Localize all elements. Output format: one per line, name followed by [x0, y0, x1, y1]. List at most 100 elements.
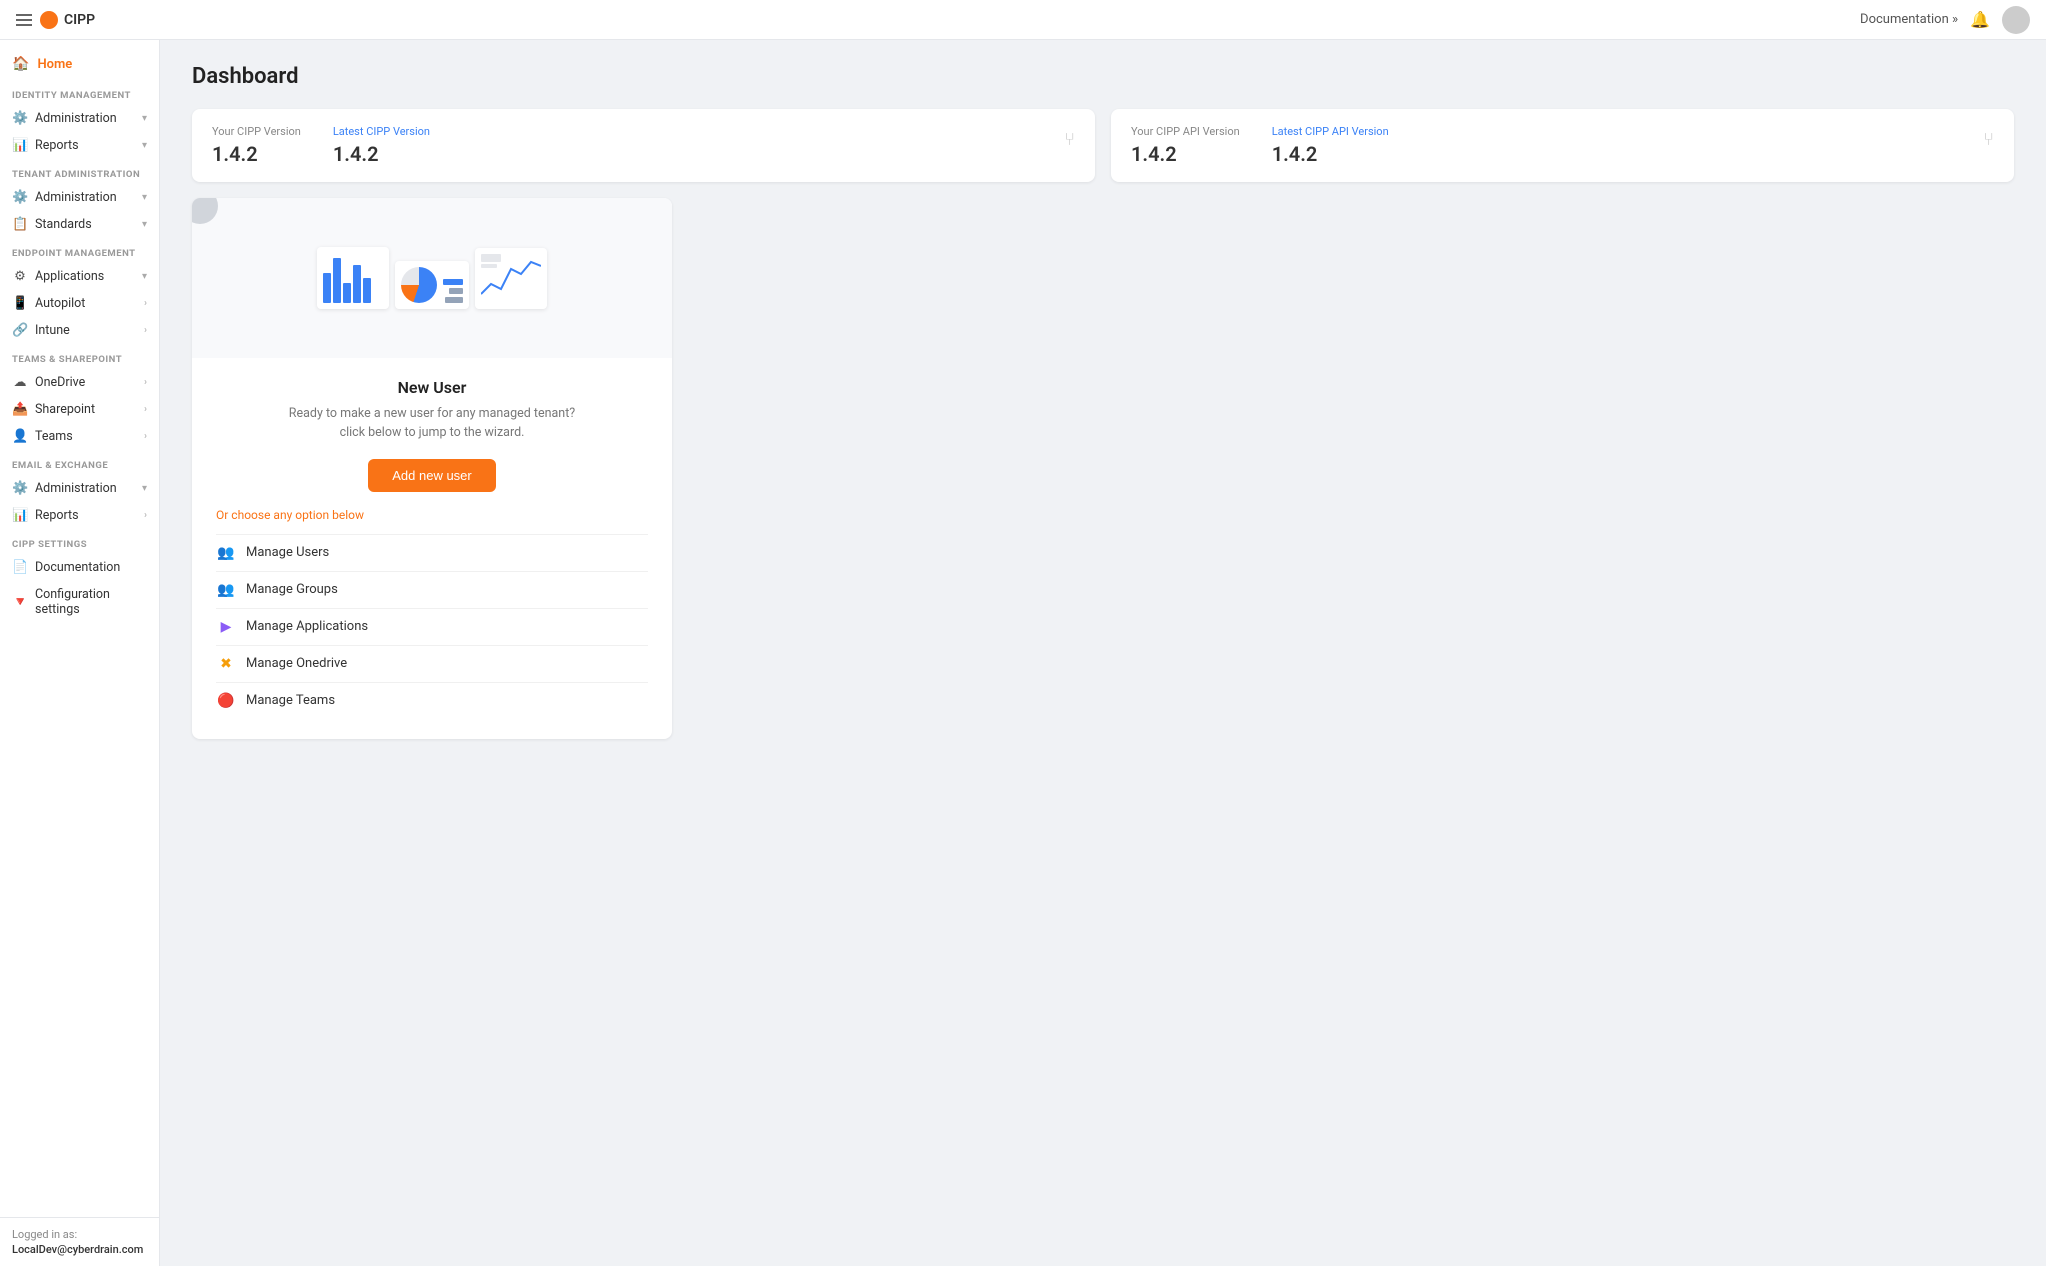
new-user-card: New User Ready to make a new user for an… [192, 198, 672, 739]
brand-logo [40, 11, 58, 29]
manage-applications-item[interactable]: ▶ Manage Applications [216, 609, 648, 646]
chevron-right-icon: › [144, 298, 147, 309]
person-circle-illustration [192, 198, 218, 224]
documentation-icon: 📄 [12, 560, 28, 575]
layout: 🏠 Home IDENTITY MANAGEMENT ⚙️ Administra… [0, 40, 2046, 1266]
top-nav: CIPP Documentation » 🔔 [0, 0, 2046, 40]
sidebar-item-applications[interactable]: ⚙ Applications ▾ [0, 263, 159, 290]
manage-groups-item[interactable]: 👥 Manage Groups [216, 572, 648, 609]
section-label-cipp: CIPP SETTINGS [0, 529, 159, 554]
card-title: New User [216, 378, 648, 397]
sidebar: 🏠 Home IDENTITY MANAGEMENT ⚙️ Administra… [0, 40, 160, 1266]
section-endpoint-management: ENDPOINT MANAGEMENT ⚙ Applications ▾ 📱 A… [0, 238, 159, 344]
sidebar-item-sharepoint[interactable]: 📤 Sharepoint › [0, 396, 159, 423]
manage-applications-label: Manage Applications [246, 619, 368, 634]
section-cipp-settings: CIPP SETTINGS 📄 Documentation 🔻 Configur… [0, 529, 159, 623]
sidebar-footer: Logged in as: LocalDev@cyberdrain.com [0, 1217, 159, 1266]
sidebar-label: Documentation [35, 560, 120, 575]
git-api-icon: ⑂ [1983, 129, 1994, 150]
home-icon: 🏠 [12, 56, 29, 72]
sidebar-item-home[interactable]: 🏠 Home [0, 48, 159, 80]
sidebar-label: Applications [35, 269, 104, 284]
sidebar-item-intune[interactable]: 🔗 Intune › [0, 317, 159, 344]
onedrive-icon: ☁ [12, 375, 28, 390]
chevron-right-icon: › [144, 431, 147, 442]
chevron-down-icon: ▾ [142, 113, 147, 124]
chevron-down-icon: ▾ [142, 192, 147, 203]
sidebar-item-autopilot[interactable]: 📱 Autopilot › [0, 290, 159, 317]
cipp-version-card: Your CIPP Version 1.4.2 Latest CIPP Vers… [192, 109, 1095, 182]
sidebar-item-identity-reports[interactable]: 📊 Reports ▾ [0, 132, 159, 159]
reports-icon: 📊 [12, 138, 28, 153]
sidebar-label: Autopilot [35, 296, 85, 311]
line-chart-mini [475, 248, 547, 309]
main-content: Dashboard Your CIPP Version 1.4.2 Latest… [160, 40, 2046, 1266]
sidebar-item-email-administration[interactable]: ⚙️ Administration ▾ [0, 475, 159, 502]
sidebar-item-tenant-standards[interactable]: 📋 Standards ▾ [0, 211, 159, 238]
sidebar-item-teams[interactable]: 👤 Teams › [0, 423, 159, 450]
admin-icon: ⚙️ [12, 481, 28, 496]
pie-chart-mini [395, 261, 469, 309]
section-label-identity: IDENTITY MANAGEMENT [0, 80, 159, 105]
manage-teams-item[interactable]: 🔴 Manage Teams [216, 683, 648, 719]
section-tenant-administration: TENANT ADMINISTRATION ⚙️ Administration … [0, 159, 159, 238]
top-nav-left: CIPP [16, 11, 95, 29]
sidebar-item-onedrive[interactable]: ☁ OneDrive › [0, 369, 159, 396]
logged-in-label: Logged in as: [12, 1228, 147, 1241]
documentation-link[interactable]: Documentation » [1860, 12, 1958, 27]
notification-bell-icon[interactable]: 🔔 [1970, 10, 1990, 29]
latest-cipp-version-label: Latest CIPP Version [333, 125, 430, 138]
sidebar-item-email-reports[interactable]: 📊 Reports › [0, 502, 159, 529]
configuration-icon: 🔻 [12, 595, 28, 610]
sidebar-item-identity-administration[interactable]: ⚙️ Administration ▾ [0, 105, 159, 132]
chevron-right-icon: › [144, 325, 147, 336]
manage-teams-icon: 🔴 [216, 693, 236, 709]
manage-applications-icon: ▶ [216, 619, 236, 635]
sharepoint-icon: 📤 [12, 402, 28, 417]
manage-onedrive-item[interactable]: ✖ Manage Onedrive [216, 646, 648, 683]
reports-icon: 📊 [12, 508, 28, 523]
sidebar-content: 🏠 Home IDENTITY MANAGEMENT ⚙️ Administra… [0, 40, 159, 1217]
or-choose-label: Or choose any option below [216, 508, 648, 522]
chart-illustration [317, 247, 547, 309]
manage-onedrive-icon: ✖ [216, 656, 236, 672]
latest-cipp-version-value: 1.4.2 [333, 142, 430, 166]
applications-icon: ⚙ [12, 269, 28, 284]
sidebar-label: Administration [35, 111, 117, 126]
manage-users-item[interactable]: 👥 Manage Users [216, 535, 648, 572]
sidebar-item-configuration[interactable]: 🔻 Configuration settings [0, 581, 159, 623]
section-email-exchange: EMAIL & EXCHANGE ⚙️ Administration ▾ 📊 R… [0, 450, 159, 529]
top-nav-right: Documentation » 🔔 [1860, 6, 2030, 34]
admin-icon: ⚙️ [12, 190, 28, 205]
your-api-version-label: Your CIPP API Version [1131, 125, 1240, 138]
cipp-api-version-card: Your CIPP API Version 1.4.2 Latest CIPP … [1111, 109, 2014, 182]
hamburger-icon[interactable] [16, 14, 32, 26]
sidebar-home-label: Home [37, 57, 72, 72]
standards-icon: 📋 [12, 217, 28, 232]
add-new-user-button[interactable]: Add new user [368, 459, 496, 492]
sidebar-label: OneDrive [35, 375, 85, 390]
bar-chart-mini [317, 247, 389, 309]
chevron-right-icon: › [144, 404, 147, 415]
card-subtitle: Ready to make a new user for any managed… [216, 405, 648, 443]
version-cards-row: Your CIPP Version 1.4.2 Latest CIPP Vers… [192, 109, 2014, 182]
card-illustration [192, 198, 672, 358]
admin-icon: ⚙️ [12, 111, 28, 126]
page-title: Dashboard [192, 64, 2014, 89]
section-label-teams: TEAMS & SHAREPOINT [0, 344, 159, 369]
manage-users-label: Manage Users [246, 545, 329, 560]
section-label-email: EMAIL & EXCHANGE [0, 450, 159, 475]
sidebar-label: Teams [35, 429, 73, 444]
section-teams-sharepoint: TEAMS & SHAREPOINT ☁ OneDrive › 📤 Sharep… [0, 344, 159, 450]
brand-name: CIPP [64, 12, 95, 28]
option-list: 👥 Manage Users 👥 Manage Groups ▶ Manage … [216, 534, 648, 719]
user-avatar[interactable] [2002, 6, 2030, 34]
chevron-down-icon: ▾ [142, 219, 147, 230]
card-body: New User Ready to make a new user for an… [192, 358, 672, 739]
chevron-right-icon: › [144, 510, 147, 521]
sidebar-item-documentation[interactable]: 📄 Documentation [0, 554, 159, 581]
manage-groups-icon: 👥 [216, 582, 236, 598]
teams-icon: 👤 [12, 429, 28, 444]
sidebar-item-tenant-administration[interactable]: ⚙️ Administration ▾ [0, 184, 159, 211]
sidebar-label: Sharepoint [35, 402, 95, 417]
